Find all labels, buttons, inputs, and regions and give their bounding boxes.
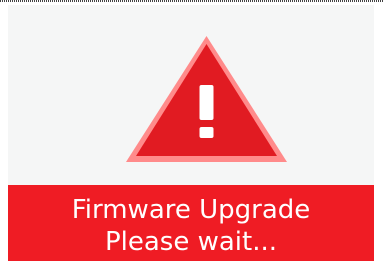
please-wait-message: Please wait...	[104, 227, 278, 257]
exclamation-bar	[199, 85, 214, 120]
status-panel: Firmware Upgrade Please wait...	[8, 5, 374, 261]
top-edge-divider	[0, 0, 384, 2]
exclamation-dot	[199, 127, 214, 138]
firmware-upgrade-screen: Firmware Upgrade Please wait...	[0, 0, 384, 261]
firmware-upgrade-title: Firmware Upgrade	[71, 195, 311, 225]
warning-icon	[126, 36, 287, 162]
status-banner: Firmware Upgrade Please wait...	[8, 185, 374, 261]
